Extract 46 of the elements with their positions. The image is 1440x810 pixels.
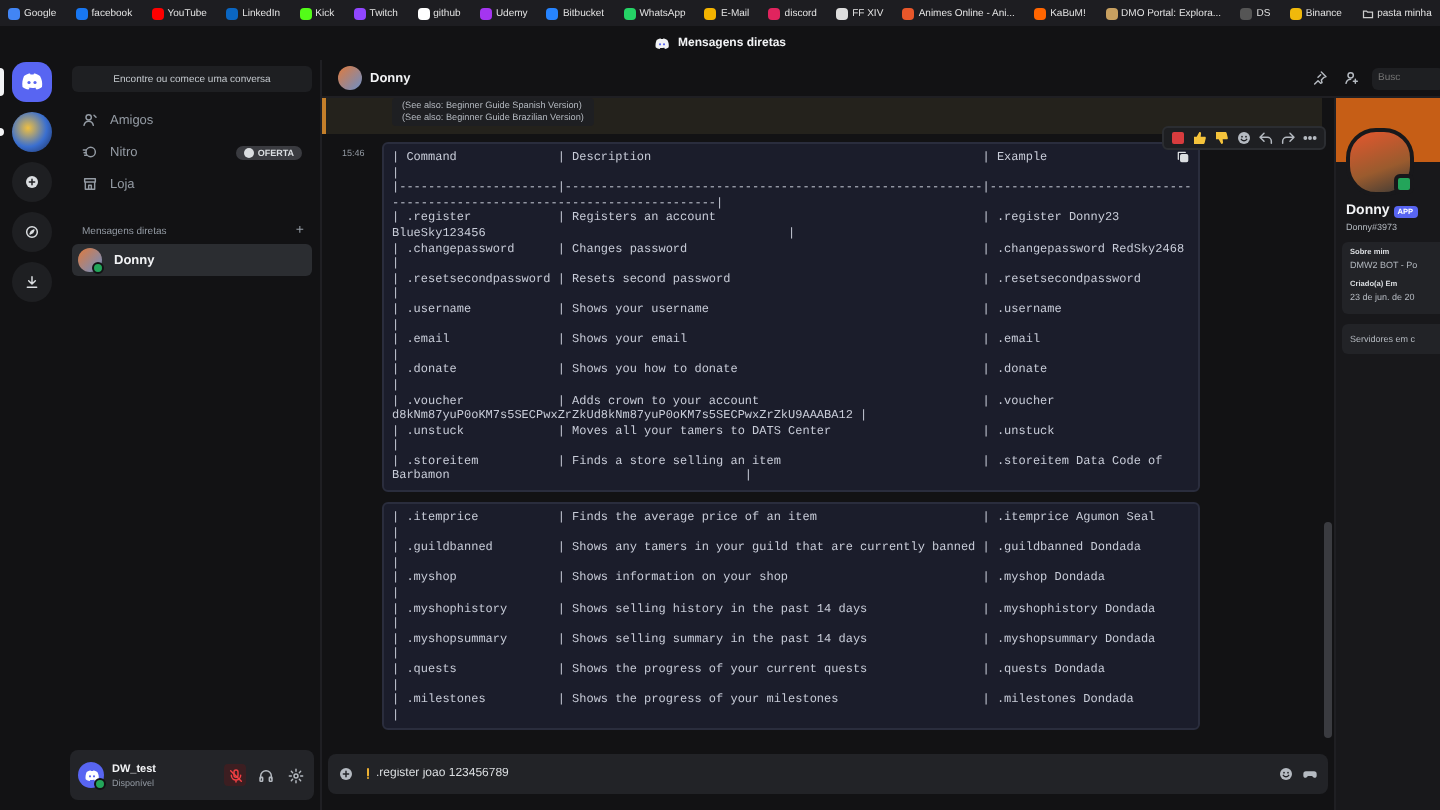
avatar xyxy=(78,248,102,272)
server-icon[interactable] xyxy=(12,112,52,152)
reply-icon xyxy=(1258,130,1274,146)
reply-button[interactable] xyxy=(1258,130,1274,146)
compass-icon xyxy=(24,224,40,240)
microphone-button[interactable] xyxy=(224,764,246,786)
add-friend-button[interactable] xyxy=(1340,70,1364,86)
thumbs-down-icon xyxy=(1214,130,1230,146)
reaction-button[interactable] xyxy=(1192,130,1208,146)
person-icon xyxy=(82,112,98,128)
smiley-icon xyxy=(1278,766,1294,782)
shop-icon xyxy=(82,176,98,192)
square-icon xyxy=(1170,130,1186,146)
attach-button[interactable] xyxy=(338,766,354,782)
logo-icon xyxy=(20,70,44,94)
microphone-muted-icon xyxy=(227,767,243,783)
more-button[interactable] xyxy=(1302,130,1318,146)
headphones-button[interactable] xyxy=(254,764,276,786)
explore-button[interactable] xyxy=(12,212,52,252)
thumbs-up-icon xyxy=(1192,130,1208,146)
gamepad-icon xyxy=(1302,766,1318,782)
download-button[interactable] xyxy=(12,262,52,302)
plus-icon xyxy=(338,766,354,782)
settings-button[interactable] xyxy=(284,764,306,786)
settings-icon xyxy=(287,767,303,783)
add-server-button[interactable] xyxy=(12,162,52,202)
more-icon xyxy=(1302,130,1318,146)
copy-icon xyxy=(1176,150,1190,164)
add-person-icon xyxy=(1344,70,1360,86)
forward-button[interactable] xyxy=(1280,130,1296,146)
avatar xyxy=(338,66,362,90)
nitro-icon xyxy=(82,144,98,160)
download-icon xyxy=(24,274,40,290)
forward-icon xyxy=(1280,130,1296,146)
add-reaction-button[interactable] xyxy=(1236,130,1252,146)
emoji-button[interactable] xyxy=(1278,766,1294,782)
apps-button[interactable] xyxy=(1302,766,1318,782)
logo-icon xyxy=(83,767,99,783)
logo-icon xyxy=(653,35,670,51)
home-button[interactable] xyxy=(12,62,52,102)
reaction-button[interactable] xyxy=(1214,130,1230,146)
pin-button[interactable] xyxy=(1308,70,1332,86)
pin-icon xyxy=(1312,70,1328,86)
headphones-icon xyxy=(257,767,273,783)
profile-avatar xyxy=(1346,128,1414,196)
plus-icon xyxy=(24,174,40,190)
